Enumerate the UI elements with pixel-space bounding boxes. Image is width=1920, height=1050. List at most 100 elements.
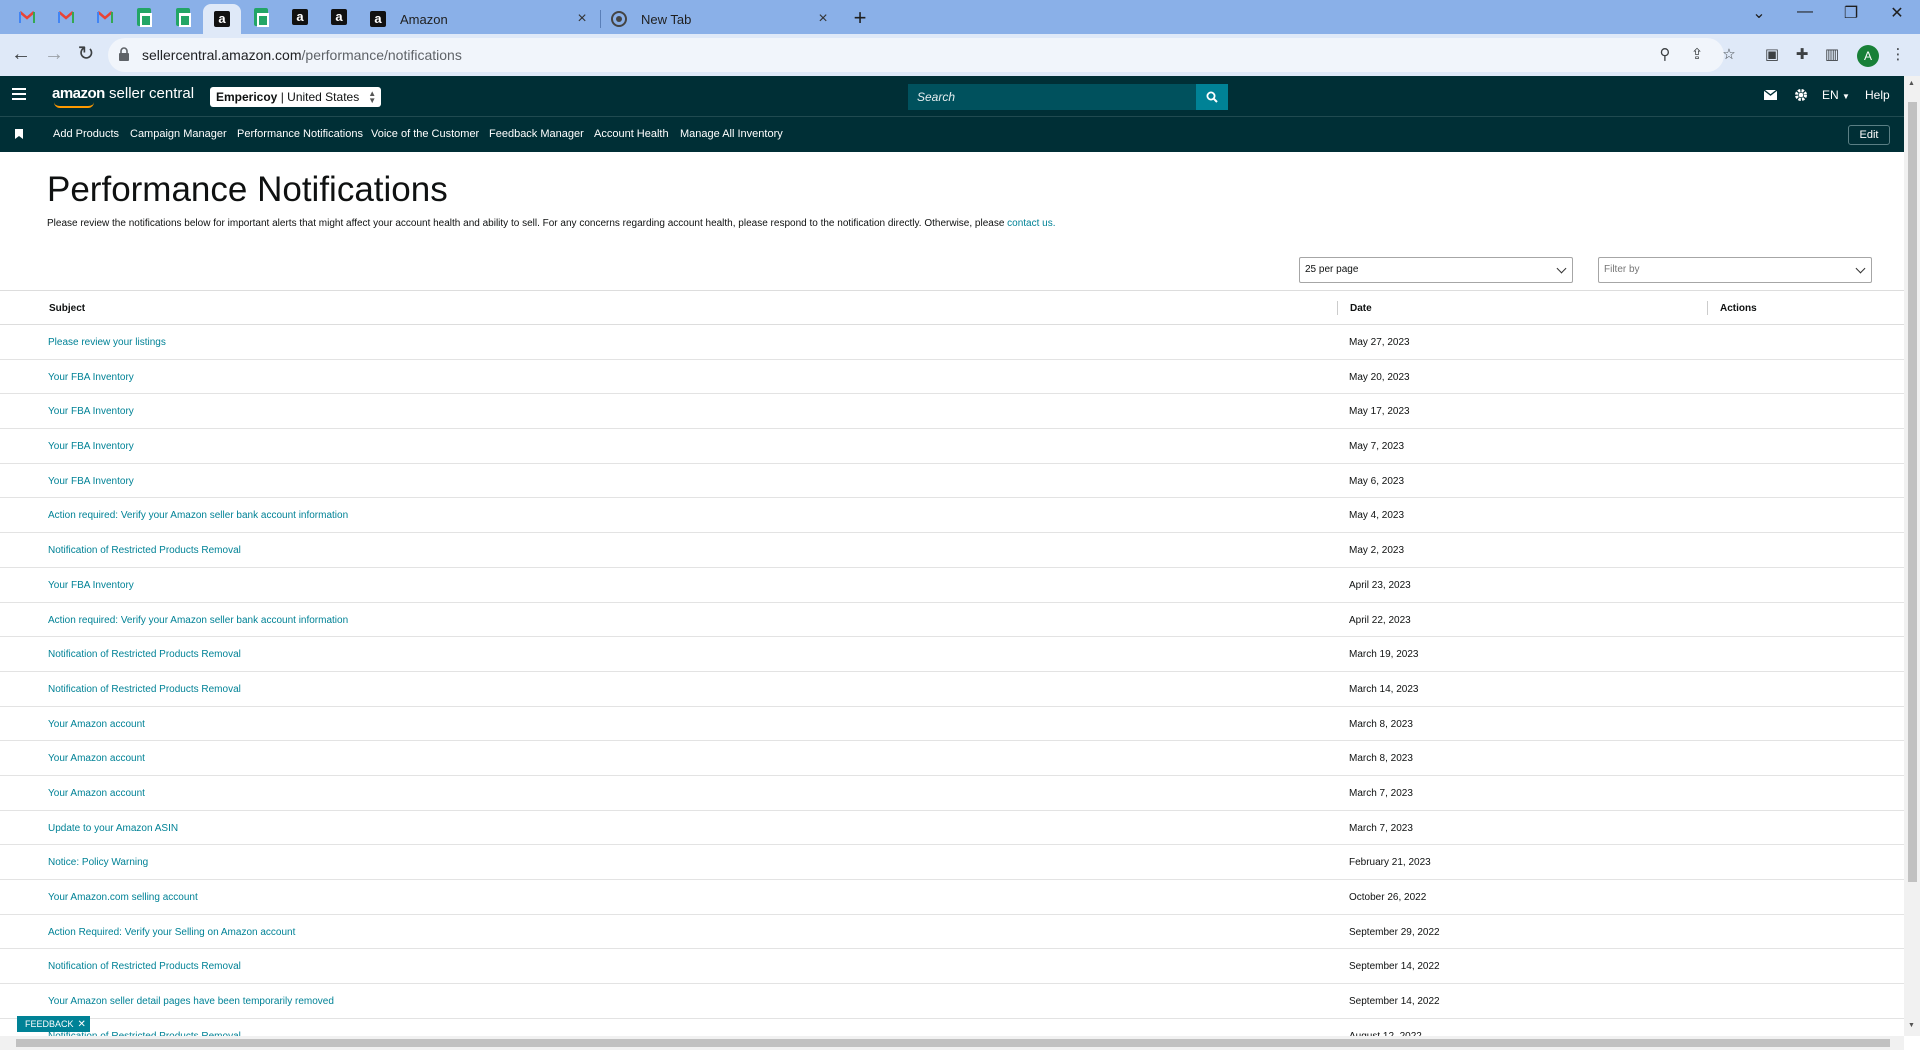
- horizontal-scroll-thumb[interactable]: [16, 1039, 1890, 1047]
- table-row: Update to your Amazon ASIN March 7, 2023: [0, 811, 1904, 846]
- column-header-subject[interactable]: Subject: [49, 303, 85, 314]
- share-icon[interactable]: ⇪: [1688, 46, 1706, 64]
- edit-nav-button[interactable]: Edit: [1848, 125, 1890, 145]
- close-window-icon[interactable]: ✕: [1882, 3, 1912, 23]
- tab-gmail-2[interactable]: [47, 4, 85, 30]
- column-header-date[interactable]: Date: [1350, 303, 1372, 314]
- side-panel-icon[interactable]: ▥: [1822, 45, 1842, 65]
- nav-campaign-manager[interactable]: Campaign Manager: [130, 128, 227, 140]
- language-selector[interactable]: EN ▼: [1822, 88, 1850, 102]
- profile-avatar[interactable]: A: [1857, 45, 1879, 67]
- seller-central-nav: Add Products Campaign Manager Performanc…: [0, 116, 1904, 152]
- address-bar[interactable]: sellercentral.amazon.com/performance/not…: [108, 38, 1736, 72]
- filter-select[interactable]: Filter by: [1598, 257, 1872, 283]
- vertical-scroll-thumb[interactable]: [1908, 102, 1917, 882]
- notification-subject-link[interactable]: Your Amazon.com selling account: [48, 892, 198, 903]
- search-input[interactable]: [908, 84, 1196, 110]
- horizontal-scrollbar[interactable]: [0, 1036, 1904, 1050]
- scroll-up-icon[interactable]: ▲: [1908, 80, 1915, 87]
- account-switcher[interactable]: Empericoy | United States ▲ ▼: [210, 87, 382, 107]
- logo-seller-central: seller central: [104, 85, 195, 102]
- seller-central-logo[interactable]: amazon seller central: [52, 85, 195, 108]
- sheets-icon: [137, 8, 152, 27]
- close-tab-icon[interactable]: ×: [574, 10, 590, 28]
- notification-date: May 6, 2023: [1349, 475, 1405, 487]
- contact-us-link[interactable]: contact us.: [1007, 218, 1055, 229]
- tab-title: New Tab: [641, 11, 692, 27]
- page-title: Performance Notifications: [47, 170, 448, 209]
- tab-amazon-3[interactable]: a: [320, 4, 358, 30]
- notification-subject-link[interactable]: Your FBA Inventory: [48, 476, 134, 487]
- vertical-scrollbar[interactable]: ▲ ▼: [1904, 76, 1920, 1036]
- table-row: Your Amazon account March 7, 2023: [0, 776, 1904, 811]
- tab-amazon-active[interactable]: a: [203, 4, 241, 34]
- per-page-select[interactable]: 25 per page: [1299, 257, 1573, 283]
- notification-subject-link[interactable]: Update to your Amazon ASIN: [48, 823, 178, 834]
- tab-gmail-1[interactable]: [8, 4, 46, 30]
- tab-sheets-3[interactable]: [242, 4, 280, 30]
- table-row: Notification of Restricted Products Remo…: [0, 533, 1904, 568]
- nav-voice-of-the-customer[interactable]: Voice of the Customer: [371, 128, 479, 140]
- notification-subject-link[interactable]: Notice: Policy Warning: [48, 857, 148, 868]
- tab-search-icon[interactable]: ⌄: [1744, 3, 1774, 23]
- notification-subject-link[interactable]: Notification of Restricted Products Remo…: [48, 649, 241, 660]
- nav-manage-all-inventory[interactable]: Manage All Inventory: [680, 128, 783, 140]
- zoom-icon[interactable]: ⚲: [1656, 46, 1674, 64]
- notification-subject-link[interactable]: Your FBA Inventory: [48, 441, 134, 452]
- notification-subject-link[interactable]: Your FBA Inventory: [48, 406, 134, 417]
- close-tab-icon[interactable]: ×: [815, 10, 831, 28]
- new-tab-button[interactable]: +: [848, 5, 872, 31]
- tab-amazon-titled[interactable]: a Amazon ×: [360, 4, 600, 34]
- notification-date: September 14, 2022: [1349, 996, 1440, 1008]
- notification-subject-link[interactable]: Your Amazon account: [48, 753, 145, 764]
- notification-subject-link[interactable]: Your Amazon seller detail pages have bee…: [48, 996, 334, 1007]
- reload-icon[interactable]: ↻: [74, 43, 98, 67]
- notification-subject-link[interactable]: Notification of Restricted Products Remo…: [48, 545, 241, 556]
- notification-subject-link[interactable]: Action required: Verify your Amazon sell…: [48, 510, 348, 521]
- bookmark-star-icon[interactable]: ☆: [1720, 46, 1738, 64]
- chrome-menu-icon[interactable]: ⋮: [1888, 45, 1908, 65]
- table-row: Your Amazon account March 8, 2023: [0, 741, 1904, 776]
- settings-gear-icon[interactable]: [1794, 88, 1808, 102]
- notification-subject-link[interactable]: Action required: Verify your Amazon sell…: [48, 615, 348, 626]
- close-icon[interactable]: ✕: [78, 1019, 86, 1030]
- forward-icon[interactable]: →: [42, 43, 66, 67]
- back-icon[interactable]: ←: [9, 43, 33, 67]
- notification-subject-link[interactable]: Action Required: Verify your Selling on …: [48, 927, 295, 938]
- notification-subject-link[interactable]: Please review your listings: [48, 337, 166, 348]
- tab-new-tab[interactable]: New Tab ×: [601, 4, 841, 34]
- table-body: Please review your listings May 27, 2023 Y…: [0, 325, 1904, 1050]
- nav-feedback-manager[interactable]: Feedback Manager: [489, 128, 584, 140]
- help-link[interactable]: Help: [1865, 88, 1890, 102]
- extension-off-icon[interactable]: ▣: [1762, 45, 1782, 65]
- tab-sheets-1[interactable]: [125, 4, 163, 30]
- amazon-icon: a: [214, 11, 230, 27]
- tab-sheets-2[interactable]: [164, 4, 202, 30]
- extensions-icon[interactable]: ✚: [1792, 45, 1812, 65]
- notification-date: March 8, 2023: [1349, 718, 1413, 730]
- column-header-actions: Actions: [1720, 303, 1757, 314]
- search-button[interactable]: [1196, 84, 1228, 110]
- hamburger-menu-icon[interactable]: [12, 88, 26, 100]
- notification-subject-link[interactable]: Notification of Restricted Products Remo…: [48, 684, 241, 695]
- notification-subject-link[interactable]: Your Amazon account: [48, 788, 145, 799]
- maximize-icon[interactable]: ❐: [1836, 3, 1866, 23]
- lock-icon: [119, 47, 129, 61]
- nav-add-products[interactable]: Add Products: [53, 128, 119, 140]
- notification-subject-link[interactable]: Your FBA Inventory: [48, 580, 134, 591]
- tab-amazon-2[interactable]: a: [281, 4, 319, 30]
- tab-gmail-3[interactable]: [86, 4, 124, 30]
- scroll-down-icon[interactable]: ▼: [1908, 1022, 1915, 1029]
- notification-date: May 20, 2023: [1349, 371, 1410, 383]
- minimize-icon[interactable]: —: [1790, 3, 1820, 21]
- mail-icon[interactable]: [1764, 90, 1777, 100]
- feedback-tab[interactable]: FEEDBACK ✕: [17, 1016, 90, 1032]
- notification-subject-link[interactable]: Your Amazon account: [48, 719, 145, 730]
- bookmark-icon[interactable]: [15, 129, 23, 139]
- nav-account-health[interactable]: Account Health: [594, 128, 669, 140]
- notification-subject-link[interactable]: Your FBA Inventory: [48, 372, 134, 383]
- nav-performance-notifications[interactable]: Performance Notifications: [237, 128, 363, 140]
- table-row: Your FBA Inventory May 17, 2023: [0, 394, 1904, 430]
- notification-subject-link[interactable]: Notification of Restricted Products Remo…: [48, 961, 241, 972]
- table-row: Please review your listings May 27, 2023: [0, 325, 1904, 360]
